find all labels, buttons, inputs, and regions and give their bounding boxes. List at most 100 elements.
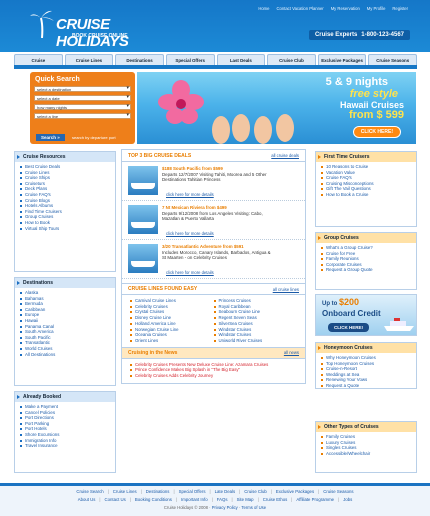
footer-link[interactable]: Destinations	[146, 489, 170, 494]
deal-image[interactable]	[128, 244, 158, 273]
right-1-link[interactable]: What's a Group Cruise?	[326, 245, 373, 250]
nav-cruise-seasons[interactable]: Cruise Seasons	[368, 54, 417, 65]
left-2-link[interactable]: Port Parking	[25, 421, 49, 426]
deal-more-link[interactable]: click here for more details	[166, 270, 214, 275]
right-1-link[interactable]: Request a Group Quote	[326, 267, 373, 272]
right-0-link[interactable]: Gift The Vail Questions	[326, 186, 371, 191]
news-link[interactable]: Celebrity Cruises Adds Celebrity Journey	[135, 373, 213, 378]
nights-select[interactable]: how many nights	[34, 104, 131, 110]
right-0-link[interactable]: Cruise FAQ's	[326, 175, 352, 180]
all-news-link[interactable]: all news	[284, 350, 299, 355]
banner-click-here-button[interactable]: CLICK HERE!	[352, 126, 401, 138]
left-1-link[interactable]: Caribbean	[25, 307, 45, 312]
left-0-link[interactable]: Cruiseturs	[25, 181, 45, 186]
onboard-credit-ad[interactable]: Up to $200 Onboard Credit CLICK HERE!	[315, 294, 417, 336]
right-3-link[interactable]: Family Cruises	[326, 434, 355, 439]
nav-cruise[interactable]: Cruise	[14, 54, 63, 65]
cruise-line-link[interactable]: Windstar Cruises	[219, 327, 252, 332]
right-0-link[interactable]: Vacation Value	[326, 170, 355, 175]
search-button[interactable]: Search »	[36, 134, 65, 141]
left-1-link[interactable]: Panama Canal	[25, 324, 54, 329]
left-0-link[interactable]: Deck Plans	[25, 186, 47, 191]
destination-select[interactable]: select a destination	[34, 86, 131, 92]
cruise-line-link[interactable]: Princess Cruises	[219, 298, 251, 303]
right-2-link[interactable]: Cruise-n-Resort	[326, 366, 357, 371]
cruise-line-link[interactable]: Oceania Cruises	[135, 332, 167, 337]
footer-link[interactable]: Contact Us	[105, 497, 126, 502]
left-2-link[interactable]: Shore Excursions	[25, 432, 59, 437]
terms-link[interactable]: Terms of Use	[241, 505, 266, 510]
cruise-line-link[interactable]: Uniworld River Cruises	[219, 338, 263, 343]
footer-link[interactable]: Important Info	[181, 497, 208, 502]
toplink-home[interactable]: Home	[258, 6, 269, 11]
left-1-link[interactable]: World Cruises	[25, 346, 53, 351]
nav-cruise-club[interactable]: Cruise Club	[267, 54, 316, 65]
left-2-link[interactable]: Port Directions	[25, 415, 54, 420]
toplink-register[interactable]: Register	[392, 6, 408, 11]
cruise-line-link[interactable]: SilverSea Cruises	[219, 321, 253, 326]
left-1-link[interactable]: South America	[25, 329, 54, 334]
cruise-line-link[interactable]: Regent Seven Seas	[219, 315, 257, 320]
left-2-link[interactable]: Travel Insurance	[25, 443, 58, 448]
footer-link[interactable]: Cruise Seasons	[323, 489, 353, 494]
toplink-reservation[interactable]: My Reservation	[331, 6, 360, 11]
left-0-link[interactable]: Cruise Lines	[25, 170, 49, 175]
deal-title[interactable]: $188 South Pacific from $599	[162, 166, 223, 171]
deal-image[interactable]	[128, 205, 158, 234]
right-2-link[interactable]: Top Honeymoon Cruises	[326, 361, 374, 366]
right-2-link[interactable]: Why Honeymoon Cruises	[326, 355, 376, 360]
footer-link[interactable]: Booking Conditions	[135, 497, 172, 502]
cruise-line-link[interactable]: Disney Cruise Line	[135, 315, 171, 320]
left-0-link[interactable]: Cruise FAQ's	[25, 192, 51, 197]
left-0-link[interactable]: Virtual Ship Tours	[25, 226, 59, 231]
left-0-link[interactable]: Hotels Albums	[25, 203, 53, 208]
nav-destinations[interactable]: Destinations	[115, 54, 164, 65]
footer-link[interactable]: Affiliate Programme	[296, 497, 334, 502]
footer-link[interactable]: About Us	[78, 497, 96, 502]
deal-title[interactable]: 3/20 Transatlantic Adventure from $591	[162, 244, 244, 249]
logo[interactable]: CRUISE HOLIDAYS BOOK CRUISE ONLINE	[30, 8, 180, 50]
footer-link[interactable]: Cruise Lines	[113, 489, 137, 494]
date-select[interactable]: select a date	[34, 95, 131, 101]
cruise-line-link[interactable]: Seabourn Cruise Line	[219, 309, 261, 314]
left-1-link[interactable]: All Destinations	[25, 352, 55, 357]
left-1-link[interactable]: Europe	[25, 312, 39, 317]
right-2-link[interactable]: Request a Quote	[326, 383, 359, 388]
right-3-link[interactable]: Singles Cruises	[326, 445, 357, 450]
cruise-line-link[interactable]: Orient Lines	[135, 338, 158, 343]
left-2-link[interactable]: Make a Payment	[25, 404, 58, 409]
right-3-link[interactable]: Luxury Cruises	[326, 440, 355, 445]
left-2-link[interactable]: Cancel Policies	[25, 410, 55, 415]
ad-click-here-button[interactable]: CLICK HERE!	[328, 323, 369, 332]
cruise-line-link[interactable]: Crystal Cruises	[135, 309, 164, 314]
left-1-link[interactable]: Alaska	[25, 290, 38, 295]
footer-link[interactable]: Cruise Club	[244, 489, 266, 494]
left-0-link[interactable]: Group Cruises	[25, 214, 53, 219]
left-1-link[interactable]: South Pacific	[25, 335, 51, 340]
left-0-link[interactable]: How to Book	[25, 220, 50, 225]
cruise-line-link[interactable]: Celebrity Cruises	[135, 304, 168, 309]
cruise-line-link[interactable]: Holland America Line	[135, 321, 176, 326]
right-2-link[interactable]: Weddings at Sea	[326, 372, 359, 377]
all-deals-link[interactable]: all cruise deals	[271, 153, 299, 158]
right-2-link[interactable]: Renewing Your Vows	[326, 377, 367, 382]
right-1-link[interactable]: Family Reunions	[326, 256, 359, 261]
cruise-line-link[interactable]: Royal Caribbean	[219, 304, 251, 309]
footer-link[interactable]: FAQs	[217, 497, 228, 502]
deal-more-link[interactable]: click here for more details	[166, 231, 214, 236]
nav-last-deals[interactable]: Last Deals	[216, 54, 266, 65]
hawaii-banner[interactable]: 5 & 9 nights free style Hawaii Cruises f…	[137, 72, 416, 144]
footer-link[interactable]: Special Offers	[179, 489, 206, 494]
footer-link[interactable]: Cruise Ethos	[263, 497, 288, 502]
toplink-contact[interactable]: Contact Vacation Planner	[277, 6, 324, 11]
right-3-link[interactable]: Accessible/Wheelchair	[326, 451, 370, 456]
nav-cruise-lines[interactable]: Cruise Lines	[64, 54, 114, 65]
right-0-link[interactable]: Cruising Misconceptions	[326, 181, 374, 186]
nav-exclusive-packages[interactable]: Exclusive Packages	[317, 54, 367, 65]
left-1-link[interactable]: Bermuda	[25, 301, 43, 306]
news-link[interactable]: Celebrity Cruises Presents New Deluxe Cr…	[135, 362, 268, 367]
deal-image[interactable]	[128, 166, 158, 195]
footer-link[interactable]: Jobs	[343, 497, 352, 502]
cruise-line-link[interactable]: Windstar Cruises	[219, 332, 252, 337]
left-1-link[interactable]: Bahamas	[25, 296, 44, 301]
